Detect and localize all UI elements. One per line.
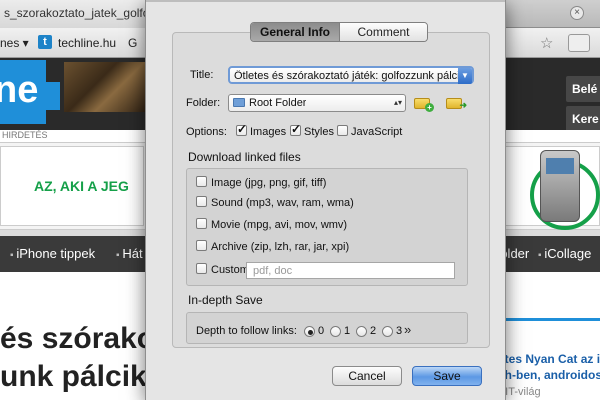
tab-comment[interactable]: Comment — [339, 23, 427, 41]
sound-files-checkbox[interactable] — [196, 196, 207, 207]
depth-1-radio[interactable] — [330, 326, 341, 337]
go-to-folder-button[interactable]: ➜ — [446, 96, 467, 110]
image-files-checkbox[interactable] — [196, 176, 207, 187]
close-tab-icon[interactable]: × — [570, 6, 584, 20]
title-value: Ötletes és szórakoztató játék: golfozzun… — [234, 70, 458, 82]
bookmark-item[interactable]: G — [128, 36, 137, 50]
sidebar-divider — [490, 318, 600, 321]
indepth-section-title: In-depth Save — [188, 293, 263, 307]
save-button[interactable]: Save — [412, 366, 482, 386]
star-icon[interactable]: ☆ — [540, 34, 553, 52]
custom-extensions-input[interactable]: pdf, doc — [246, 262, 455, 279]
site-logo[interactable]: ne — [0, 60, 46, 124]
movie-files-checkbox[interactable] — [196, 218, 207, 229]
title-combobox[interactable]: Ötletes és szórakoztató játék: golfozzun… — [228, 66, 474, 84]
login-button[interactable]: Belé — [566, 76, 600, 102]
techline-icon: t — [38, 35, 52, 49]
ad-text[interactable]: AZ, AKI A JEG — [34, 178, 129, 194]
download-section-title: Download linked files — [188, 150, 301, 164]
images-label: Images — [250, 126, 287, 138]
sidebar-headline-line-2[interactable]: ch-ben, androidos — [498, 368, 600, 382]
site-logo-tag — [46, 82, 60, 110]
options-label: Options: — [186, 126, 227, 138]
title-label: Title: — [190, 69, 214, 81]
arrow-right-icon: ➜ — [459, 100, 467, 110]
folder-select[interactable]: Root Folder ▴▾ — [228, 94, 406, 112]
updown-arrows-icon: ▴▾ — [393, 98, 403, 107]
nav-item-iphone-tippek[interactable]: iPhone tippek — [10, 246, 95, 261]
folder-icon — [233, 98, 245, 107]
custom-files-label: Custom — [211, 264, 249, 276]
dialog-top-edge — [146, 0, 505, 2]
extension-icon[interactable] — [568, 34, 590, 52]
folder-label: Folder: — [186, 97, 221, 109]
depth-3-radio[interactable] — [382, 326, 393, 337]
javascript-label: JavaScript — [351, 126, 403, 138]
depth-3-label: 3 — [396, 325, 403, 337]
archive-files-label: Archive (zip, lzh, rar, jar, xpi) — [211, 241, 350, 253]
depth-2-radio[interactable] — [356, 326, 367, 337]
archive-files-checkbox[interactable] — [196, 240, 207, 251]
sidebar-headline-line-1[interactable]: étes Nyan Cat az i — [498, 352, 600, 366]
depth-0-radio[interactable] — [304, 326, 315, 337]
card-terminal-screen — [546, 158, 574, 174]
plus-icon: + — [425, 103, 434, 112]
header-photo — [64, 62, 148, 112]
search-button[interactable]: Kere — [566, 106, 600, 132]
depth-0-label: 0 — [318, 325, 325, 337]
images-checkbox[interactable] — [236, 122, 247, 136]
save-page-dialog: General Info Comment Title: Ötletes és s… — [145, 0, 506, 400]
new-folder-button[interactable]: + — [414, 96, 434, 112]
chevron-down-icon[interactable]: ▼ — [458, 68, 472, 84]
bookmark-item[interactable]: techline.hu — [58, 36, 116, 50]
javascript-checkbox[interactable] — [337, 125, 348, 136]
nav-item[interactable]: Hát — [116, 246, 142, 261]
dialog-tabs: General Info Comment — [250, 22, 428, 42]
cancel-button[interactable]: Cancel — [332, 366, 402, 386]
more-depth-icon[interactable]: » — [404, 322, 411, 337]
depth-1-label: 1 — [344, 325, 351, 337]
movie-files-label: Movie (mpg, avi, mov, wmv) — [211, 219, 348, 231]
folder-value: Root Folder — [233, 97, 306, 109]
styles-label: Styles — [304, 126, 334, 138]
image-files-label: Image (jpg, png, gif, tiff) — [211, 177, 327, 189]
nav-item-icollage[interactable]: iCollage — [538, 246, 591, 261]
sound-files-label: Sound (mp3, wav, ram, wma) — [211, 197, 354, 209]
bookmark-item[interactable]: nes ▾ — [0, 36, 29, 50]
custom-files-checkbox[interactable] — [196, 263, 207, 274]
depth-2-label: 2 — [370, 325, 377, 337]
depth-label: Depth to follow links: — [196, 325, 297, 337]
folder-value-text: Root Folder — [249, 97, 307, 109]
styles-checkbox[interactable] — [290, 122, 301, 136]
tab-general-info[interactable]: General Info — [251, 23, 339, 41]
